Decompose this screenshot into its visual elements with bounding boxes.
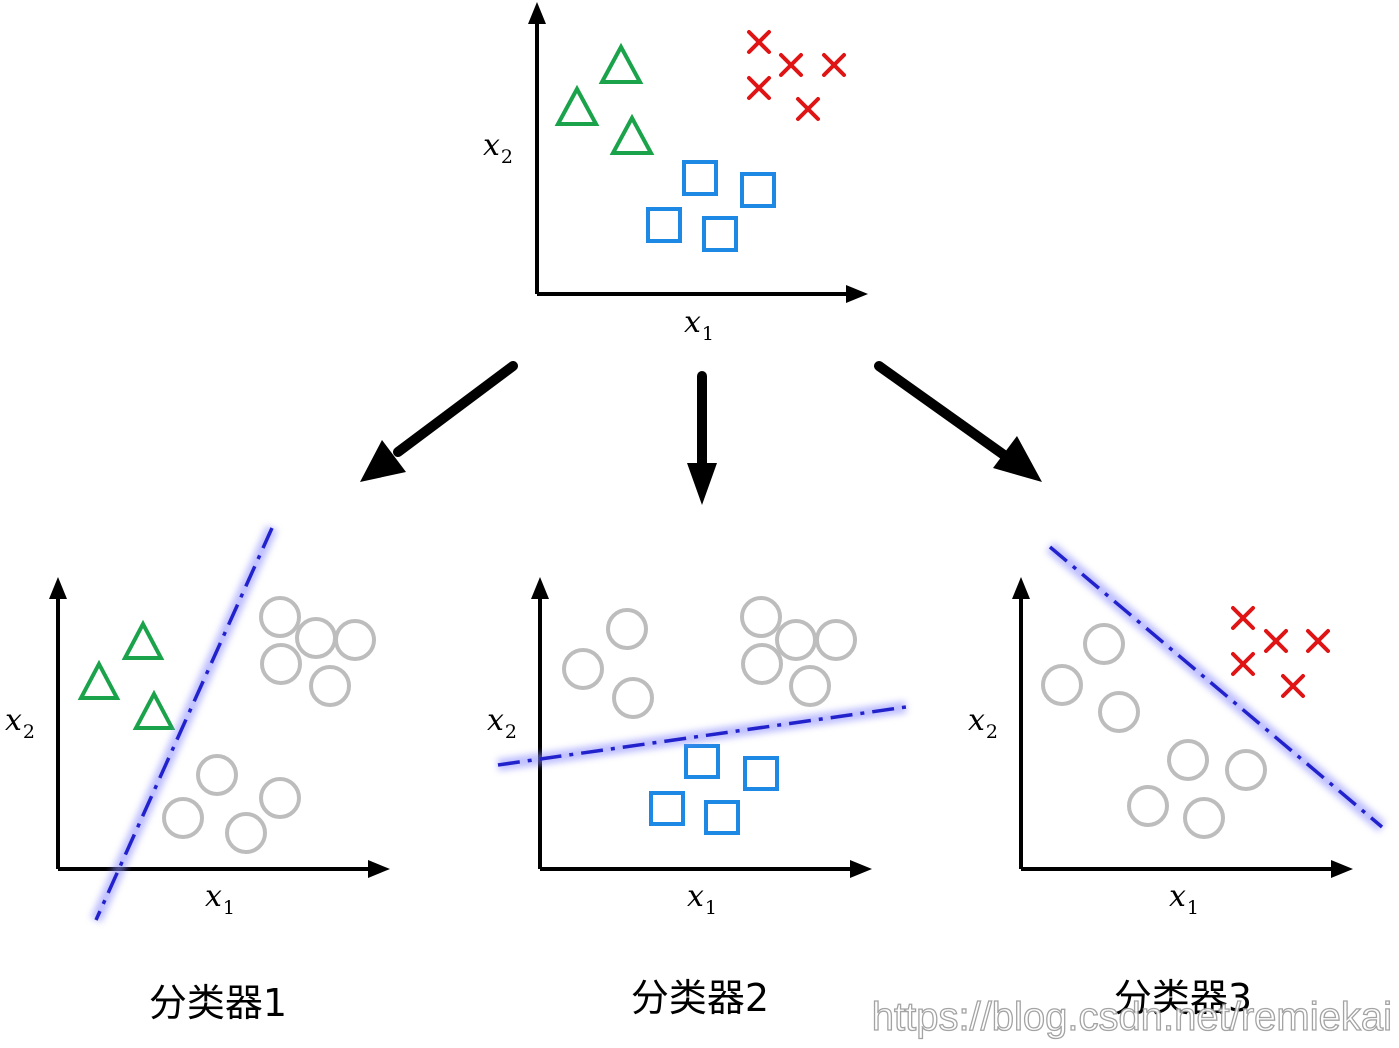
top-axes <box>535 20 848 296</box>
plot2-x-arrowhead <box>850 860 872 878</box>
circle-marker <box>1041 664 1083 706</box>
circle-marker <box>259 596 301 638</box>
plot1-x-axis-label: x1 <box>205 879 235 919</box>
circle-marker <box>1183 797 1225 839</box>
circle-marker <box>815 619 857 661</box>
circle-marker <box>1225 749 1267 791</box>
circle-marker <box>295 617 337 659</box>
caption-classifier-1: 分类器1 <box>149 981 287 1025</box>
cross-marker <box>1231 652 1255 676</box>
triangle-marker <box>554 84 600 126</box>
circle-marker <box>259 777 301 819</box>
top-x-arrowhead <box>846 285 868 303</box>
plot2-y-arrowhead <box>531 577 549 599</box>
one-vs-rest-diagram: x2 x1 x2 x1 x2 x1 x2 x1 分类器1 分类器2 分类器3 h… <box>5 2 1393 1040</box>
classifier-1-plot: x2 x1 <box>5 525 390 923</box>
split-arrows <box>393 361 1009 471</box>
plot3-y-arrowhead <box>1012 577 1030 599</box>
plot2-squares <box>649 744 779 835</box>
triangle-marker <box>121 619 165 660</box>
circle-marker <box>196 754 238 796</box>
circle-marker <box>225 812 267 854</box>
circle-marker <box>789 665 831 707</box>
square-marker <box>740 172 776 208</box>
cross-marker <box>779 53 803 77</box>
plot1-decision-boundary <box>90 525 278 923</box>
cross-marker <box>747 76 771 100</box>
square-marker <box>704 800 740 835</box>
cross-marker <box>796 97 820 121</box>
circle-marker <box>606 608 648 650</box>
circle-marker <box>260 643 302 685</box>
top-crosses <box>747 30 846 121</box>
plot3-y-axis-label: x2 <box>968 703 998 743</box>
plot2-decision-boundary <box>497 701 907 771</box>
top-y-axis-label: x2 <box>483 128 513 168</box>
arrow-right-head <box>993 436 1042 482</box>
cross-marker <box>747 30 771 54</box>
top-squares <box>646 160 776 252</box>
triangle-marker <box>132 689 176 730</box>
plot1-y-arrowhead <box>49 577 67 599</box>
circle-marker <box>741 643 783 685</box>
plot2-x-axis-label: x1 <box>687 879 717 919</box>
square-marker <box>649 791 685 826</box>
plot1-axes <box>56 596 370 871</box>
cross-marker <box>822 53 846 77</box>
triangle-marker <box>77 659 121 700</box>
top-triangles <box>554 42 655 155</box>
square-marker <box>682 160 718 196</box>
circle-marker <box>562 648 604 690</box>
square-marker <box>702 216 738 252</box>
caption-classifier-2: 分类器2 <box>631 976 769 1020</box>
classifier-2-plot: x2 x1 <box>487 577 907 919</box>
top-x-axis-label: x1 <box>684 305 714 345</box>
plot1-circles <box>162 596 376 854</box>
circle-marker <box>1083 623 1125 665</box>
circle-marker <box>740 596 782 638</box>
circle-marker <box>309 665 351 707</box>
classifier-3-plot: x2 x1 <box>968 542 1386 919</box>
cross-marker <box>1281 674 1305 698</box>
square-marker <box>743 756 779 791</box>
arrow-left-shaft <box>393 361 518 457</box>
plot1-y-axis-label: x2 <box>5 703 35 743</box>
circle-marker <box>162 797 204 839</box>
triangle-marker <box>609 113 655 155</box>
triangle-marker <box>598 42 644 84</box>
plot3-axes <box>1019 596 1333 871</box>
top-y-arrowhead <box>528 2 546 24</box>
cross-marker <box>1264 629 1288 653</box>
plot2-y-axis-label: x2 <box>487 703 517 743</box>
watermark: https://blog.csdn.net/remiekai <box>872 995 1392 1039</box>
plot3-circles <box>1041 623 1267 839</box>
circle-marker <box>334 619 376 661</box>
plot3-decision-boundary <box>1046 542 1386 832</box>
arrow-center-head <box>687 463 717 505</box>
plot3-x-axis-label: x1 <box>1169 879 1199 919</box>
plot1-x-arrowhead <box>368 860 390 878</box>
plot2-circles <box>562 596 857 719</box>
arrow-right-shaft <box>874 361 1009 460</box>
plot3-crosses <box>1231 606 1330 698</box>
circle-marker <box>612 677 654 719</box>
square-marker <box>684 744 720 779</box>
top-plot: x2 x1 <box>483 2 868 345</box>
cross-marker <box>1231 606 1255 630</box>
cross-marker <box>1306 629 1330 653</box>
square-marker <box>646 207 682 243</box>
circle-marker <box>775 619 817 661</box>
plot1-triangles <box>77 619 176 730</box>
plot3-x-arrowhead <box>1331 860 1353 878</box>
circle-marker <box>1167 739 1209 781</box>
circle-marker <box>1127 785 1169 827</box>
circle-marker <box>1098 691 1140 733</box>
